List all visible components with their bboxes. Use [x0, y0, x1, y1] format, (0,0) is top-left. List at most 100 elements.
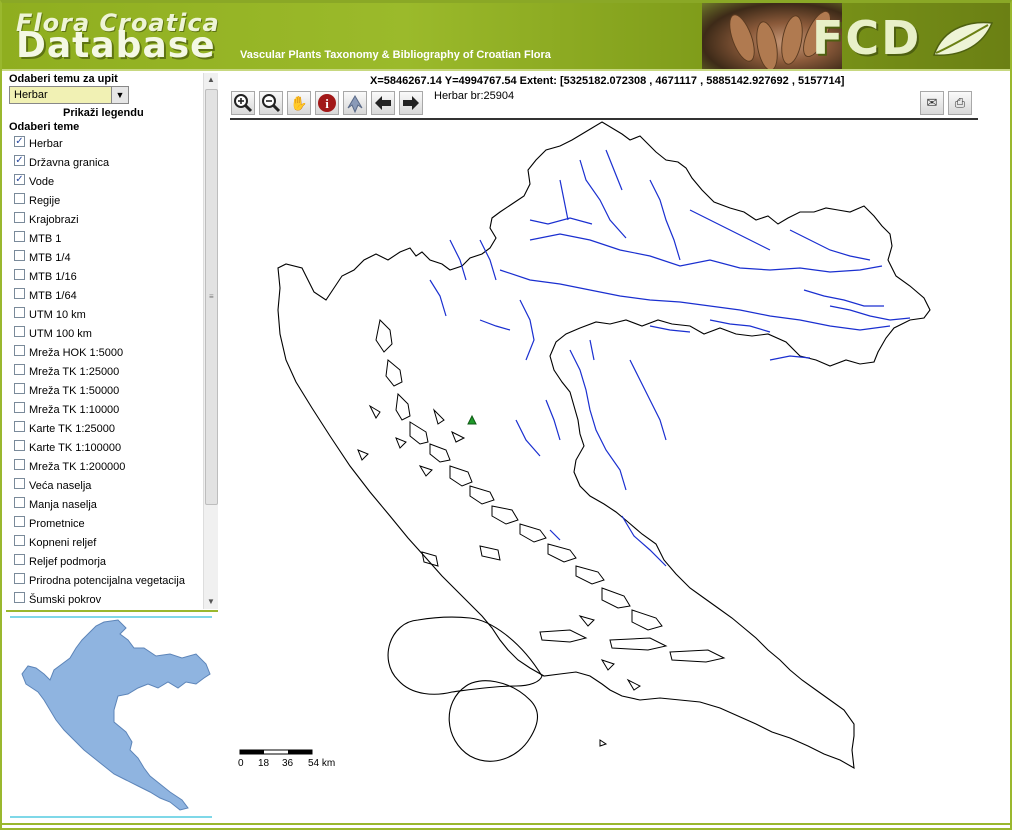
info-icon[interactable]: i [315, 91, 339, 115]
layer-checkbox[interactable] [14, 535, 25, 546]
layer-checkbox[interactable] [14, 440, 25, 451]
rivers [429, 149, 911, 567]
layer-checkbox[interactable] [14, 516, 25, 527]
map-canvas[interactable] [230, 120, 978, 820]
scale-label-36: 36 [282, 758, 294, 769]
brand-logo: FCD [812, 11, 922, 65]
layer-label: Državna granica [29, 157, 110, 169]
layer-item[interactable]: Kopneni reljef [12, 533, 202, 552]
overview-map[interactable] [10, 616, 212, 818]
layer-checkbox[interactable] [14, 383, 25, 394]
scale-label-18: 18 [258, 758, 270, 769]
layer-checkbox[interactable] [14, 193, 25, 204]
layer-item[interactable]: Veća naselja [12, 476, 202, 495]
back-arrow-icon[interactable] [371, 91, 395, 115]
scrollbar-thumb[interactable]: ≡ [205, 89, 218, 505]
app-frame: Flora Croatica Database Vascular Plants … [0, 0, 1012, 830]
svg-text:i: i [325, 96, 329, 111]
layer-item[interactable]: Mreža TK 1:200000 [12, 457, 202, 476]
layer-item[interactable]: ✓ Vode [12, 172, 202, 191]
layer-checkbox[interactable] [14, 307, 25, 318]
leaf-logo-icon [932, 21, 994, 56]
site-subtitle: Vascular Plants Taxonomy & Bibliography … [240, 49, 551, 61]
panel-divider [6, 610, 218, 612]
layer-item[interactable]: MTB 1/16 [12, 267, 202, 286]
chevron-down-icon[interactable]: ▼ [111, 87, 128, 103]
layer-checkbox[interactable] [14, 402, 25, 413]
layer-item[interactable]: MTB 1/64 [12, 286, 202, 305]
layer-checkbox[interactable]: ✓ [14, 155, 25, 166]
layer-checkbox[interactable]: ✓ [14, 136, 25, 147]
layer-checkbox[interactable]: ✓ [14, 174, 25, 185]
layer-item[interactable]: Mreža TK 1:25000 [12, 362, 202, 381]
layer-checkbox[interactable] [14, 421, 25, 432]
layer-item[interactable]: MTB 1 [12, 229, 202, 248]
layer-item[interactable]: Mreža HOK 1:5000 [12, 343, 202, 362]
print-icon[interactable]: ⎙ [948, 91, 972, 115]
layer-panel-scrollbar[interactable]: ▲ ≡ ▼ [203, 73, 218, 609]
layer-checkbox[interactable] [14, 269, 25, 280]
scale-bar: 0 18 36 54 km [238, 748, 358, 772]
layer-label: Karte TK 1:25000 [29, 423, 116, 435]
layer-label: MTB 1/16 [29, 271, 77, 283]
layer-checkbox[interactable] [14, 478, 25, 489]
pan-hand-icon[interactable]: ✋ [287, 91, 311, 115]
layer-item[interactable]: Krajobrazi [12, 210, 202, 229]
layer-item[interactable]: Regije [12, 191, 202, 210]
scale-label-54: 54 km [308, 758, 335, 769]
herbar-info: Herbar br:25904 [434, 90, 515, 102]
layer-label: Kopneni reljef [29, 537, 97, 549]
theme-label: Odaberi temu za upit [9, 73, 118, 85]
layer-item[interactable]: Prirodna potencijalna vegetacija [12, 571, 202, 590]
zoom-out-icon[interactable] [259, 91, 283, 115]
layer-panel: Odaberi temu za upit Herbar ▼ Prikaži le… [6, 71, 218, 611]
layers-label: Odaberi teme [9, 121, 80, 133]
layer-item[interactable]: Šumski pokrov [12, 590, 202, 609]
layer-label: Manja naselja [29, 499, 97, 511]
layer-checkbox[interactable] [14, 326, 25, 337]
layer-checkbox[interactable] [14, 573, 25, 584]
forward-arrow-icon[interactable] [399, 91, 423, 115]
layer-item[interactable]: UTM 100 km [12, 324, 202, 343]
layer-checkbox[interactable] [14, 497, 25, 508]
layer-item[interactable]: Karte TK 1:25000 [12, 419, 202, 438]
show-legend-link[interactable]: Prikaži legendu [63, 107, 144, 119]
mail-icon[interactable]: ✉ [920, 91, 944, 115]
coordinate-readout: X=5846267.14 Y=4994767.54 Extent: [53251… [370, 75, 845, 87]
layer-checkbox[interactable] [14, 212, 25, 223]
zoom-in-icon[interactable] [231, 91, 255, 115]
theme-select[interactable]: Herbar ▼ [9, 86, 129, 104]
overview-croatia-shape [21, 619, 211, 811]
layer-label: UTM 10 km [29, 309, 86, 321]
layer-checkbox[interactable] [14, 592, 25, 603]
layer-checkbox[interactable] [14, 250, 25, 261]
select-arrow-icon[interactable] [343, 91, 367, 115]
layer-item[interactable]: Mreža TK 1:10000 [12, 400, 202, 419]
layer-checkbox[interactable] [14, 231, 25, 242]
layer-checkbox[interactable] [14, 345, 25, 356]
layer-label: Prometnice [29, 518, 85, 530]
layer-checkbox[interactable] [14, 554, 25, 565]
layer-list: ✓ Herbar ✓ Državna granica ✓ Vode Regije Krajob… [12, 134, 202, 609]
layer-checkbox[interactable] [14, 288, 25, 299]
scroll-down-icon[interactable]: ▼ [204, 595, 218, 609]
layer-item[interactable]: Mreža TK 1:50000 [12, 381, 202, 400]
scroll-up-icon[interactable]: ▲ [204, 73, 218, 87]
layer-item[interactable]: Karte TK 1:100000 [12, 438, 202, 457]
scale-label-0: 0 [238, 758, 244, 769]
layer-item[interactable]: UTM 10 km [12, 305, 202, 324]
layer-item[interactable]: Reljef podmorja [12, 552, 202, 571]
layer-label: Regije [29, 195, 61, 207]
herbar-marker[interactable] [467, 414, 477, 425]
layer-label: Reljef podmorja [29, 556, 107, 568]
layer-item[interactable]: ✓ Državna granica [12, 153, 202, 172]
layer-checkbox[interactable] [14, 459, 25, 470]
theme-select-value: Herbar [14, 89, 48, 101]
layer-item[interactable]: Manja naselja [12, 495, 202, 514]
layer-checkbox[interactable] [14, 364, 25, 375]
layer-item[interactable]: ✓ Herbar [12, 134, 202, 153]
layer-label: Mreža TK 1:50000 [29, 385, 120, 397]
layer-item[interactable]: Prometnice [12, 514, 202, 533]
layer-item[interactable]: MTB 1/4 [12, 248, 202, 267]
layer-label: Prirodna potencijalna vegetacija [29, 575, 185, 587]
